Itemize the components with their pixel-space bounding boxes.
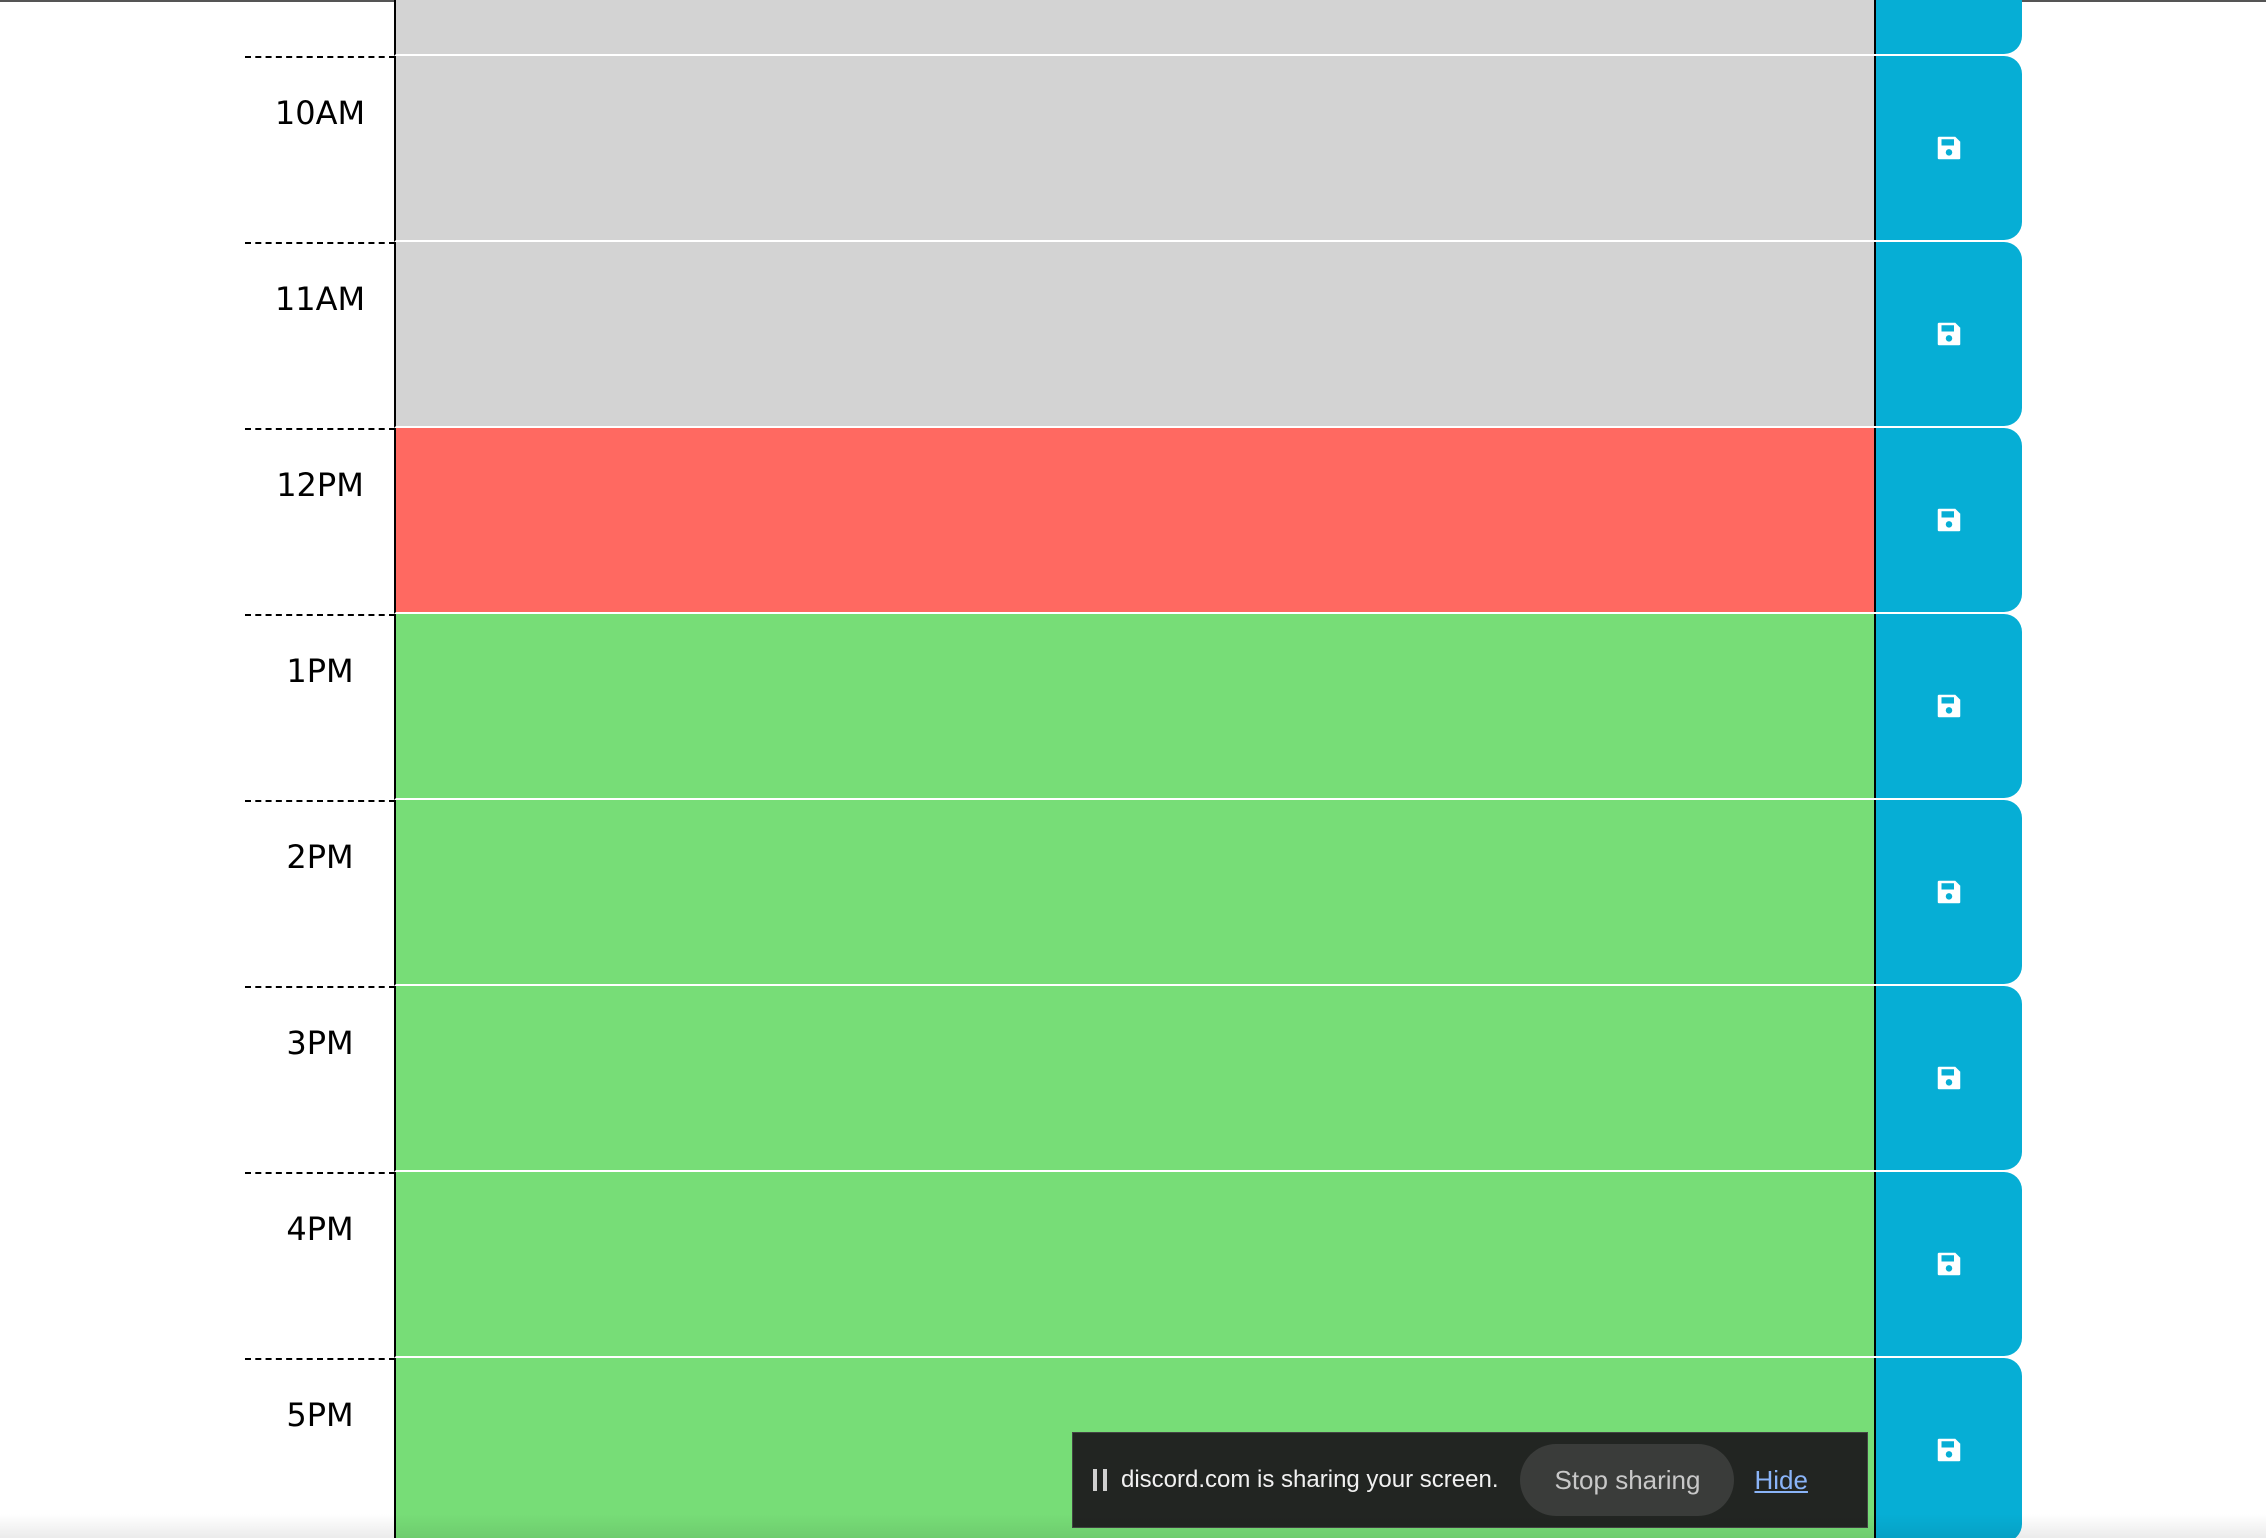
hour-label: 2PM	[245, 800, 395, 986]
hour-label: 12PM	[245, 428, 395, 614]
save-button[interactable]	[1874, 242, 2022, 426]
pause-icon	[1093, 1469, 1107, 1491]
time-block-row: 12PM	[0, 428, 2266, 614]
time-block-partial	[0, 0, 2266, 56]
event-textarea[interactable]	[394, 800, 1875, 986]
time-block-row: 2PM	[0, 800, 2266, 986]
save-button-partial[interactable]	[1874, 0, 2022, 54]
hour-label: 11AM	[245, 242, 395, 428]
hour-label: 5PM	[245, 1358, 395, 1538]
event-textarea[interactable]	[394, 242, 1875, 428]
time-block-row: 11AM	[0, 242, 2266, 428]
event-textarea[interactable]	[394, 1172, 1875, 1358]
hour-label: 3PM	[245, 986, 395, 1172]
floppy-disk-icon	[1937, 322, 1961, 346]
floppy-disk-icon	[1937, 880, 1961, 904]
floppy-disk-icon	[1937, 1066, 1961, 1090]
time-block-row: 1PM	[0, 614, 2266, 800]
time-block-row: 3PM	[0, 986, 2266, 1172]
save-button[interactable]	[1874, 1172, 2022, 1356]
time-block-row: 10AM	[0, 56, 2266, 242]
floppy-disk-icon	[1937, 508, 1961, 532]
floppy-disk-icon	[1937, 1438, 1961, 1462]
event-textarea[interactable]	[394, 428, 1875, 614]
screen-share-notification: discord.com is sharing your screen. Stop…	[1072, 1432, 1868, 1528]
event-textarea-partial[interactable]	[394, 0, 1875, 56]
floppy-disk-icon	[1937, 136, 1961, 160]
stop-sharing-button[interactable]: Stop sharing	[1520, 1444, 1735, 1516]
save-button[interactable]	[1874, 1358, 2022, 1538]
save-button[interactable]	[1874, 428, 2022, 612]
hour-label: 4PM	[245, 1172, 395, 1358]
save-button[interactable]	[1874, 986, 2022, 1170]
event-textarea[interactable]	[394, 986, 1875, 1172]
scheduler-page: 10AM 11AM 12PM 1PM 2PM 3PM 4PM 5PM discord.com …	[0, 0, 2266, 1538]
hide-link[interactable]: Hide	[1754, 1465, 1807, 1496]
floppy-disk-icon	[1937, 694, 1961, 718]
event-textarea[interactable]	[394, 614, 1875, 800]
floppy-disk-icon	[1937, 1252, 1961, 1276]
save-button[interactable]	[1874, 614, 2022, 798]
hour-label: 10AM	[245, 56, 395, 242]
event-textarea[interactable]	[394, 56, 1875, 242]
share-message: discord.com is sharing your screen.	[1121, 1466, 1499, 1493]
time-block-row: 4PM	[0, 1172, 2266, 1358]
hour-label: 1PM	[245, 614, 395, 800]
save-button[interactable]	[1874, 800, 2022, 984]
save-button[interactable]	[1874, 56, 2022, 240]
